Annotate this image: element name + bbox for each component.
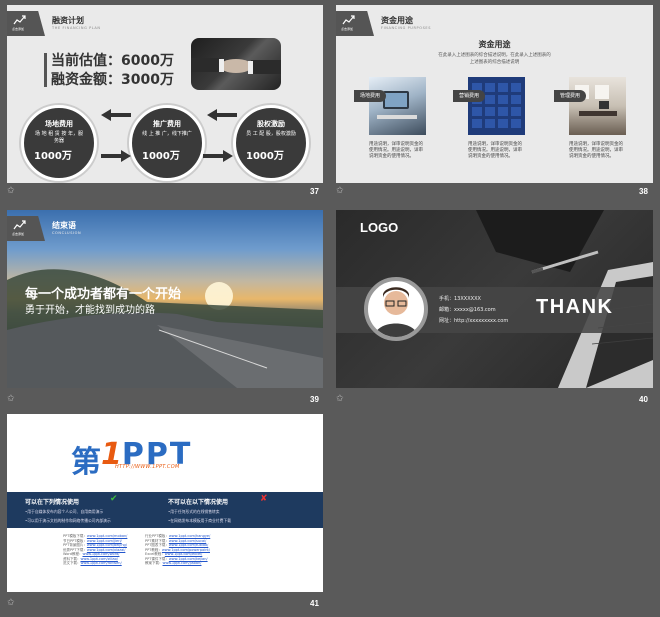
closing-line-1: 每一个成功者都有一个开始 xyxy=(25,287,182,302)
valuation-text: 当前估值：6000万 xyxy=(51,53,174,69)
link[interactable]: www.1ppt.com/hangye/ xyxy=(169,534,210,538)
link[interactable]: www.1ppt.com/fanwen/ xyxy=(81,561,122,565)
slide-title: 融资计划 xyxy=(52,16,84,25)
slide-title: 结束语 xyxy=(52,221,76,230)
office-photo xyxy=(369,77,426,135)
slide-number: 40 xyxy=(639,395,648,404)
badge-label: 点击添加 xyxy=(341,27,354,31)
slide-subtitle: THE FINANCING PLAN xyxy=(52,26,101,30)
amount-text: 融资金额：3000万 xyxy=(51,72,174,88)
logo-text: LOGO xyxy=(360,220,399,235)
slide-37[interactable]: 点击添加 融资计划 THE FINANCING PLAN 当前估值：6000万 … xyxy=(7,5,323,183)
logo-char: 第 xyxy=(71,445,101,480)
link[interactable]: www.1ppt.com/ziliao/ xyxy=(81,557,118,561)
brand-logo: 第1PPT xyxy=(71,437,192,480)
usage-banner: 可以在下列情况使用 •用于自媒体发布内容个人公司、自用商用演示 •可以用于演示文… xyxy=(7,492,323,528)
slide-transition-star-icon[interactable]: ✩ xyxy=(7,394,15,404)
slide-39[interactable]: 点击添加 结束语 CONCLUSION 每一个成功者都有一个开始 勇于开始，才能… xyxy=(7,210,323,388)
link[interactable]: www.1ppt.com/moban/ xyxy=(87,534,128,538)
cost-circle-venue: 场地费用 场 地 租 赁 按 年，服务器 1000万 xyxy=(21,105,97,181)
slide-number: 37 xyxy=(310,187,319,196)
link[interactable]: www.1ppt.com/tubiao/ xyxy=(169,543,208,547)
slide-title: 资金用途 xyxy=(381,16,413,25)
link[interactable]: www.1ppt.com/powerpoint/ xyxy=(162,548,210,552)
avatar xyxy=(364,277,428,341)
slide-number: 39 xyxy=(310,395,319,404)
section-header-badge: 点击添加 xyxy=(7,11,45,36)
badge-label: 点击添加 xyxy=(12,232,25,236)
prohibited-usage: 不可以在以下情况使用 •用于任何形式的在线销售转卖 •在网络发布本模板用于商业付… xyxy=(168,499,231,523)
contact-email: 邮箱：xxxxx@163.com xyxy=(439,307,496,313)
contact-website: 网址：http://xxxxxxxxx.com xyxy=(439,318,509,324)
chart-icon xyxy=(342,15,355,25)
arrow-left-icon xyxy=(101,109,131,121)
slide-transition-star-icon[interactable]: ✩ xyxy=(7,186,15,196)
keyboard-photo xyxy=(468,77,525,135)
slide-41[interactable]: 第1PPT HTTP://WWW.1PPT.COM 可以在下列情况使用 •用于自… xyxy=(7,414,323,592)
allowed-usage: 可以在下列情况使用 •用于自媒体发布内容个人公司、自用商用演示 •可以用于演示文… xyxy=(25,499,111,523)
slide-subtitle: CONCLUSION xyxy=(52,231,82,235)
slide-number: 41 xyxy=(310,599,319,608)
chart-icon xyxy=(13,15,26,25)
meeting-room-photo xyxy=(569,77,626,135)
link[interactable]: www.1ppt.com/jiaoan/ xyxy=(163,561,202,565)
section-heading: 资金用途 xyxy=(478,40,511,49)
link[interactable]: www.1ppt.com/xiazai/ xyxy=(87,548,126,552)
slide-transition-star-icon[interactable]: ✩ xyxy=(336,186,344,196)
closing-line-2: 勇于开始，才能找到成功的路 xyxy=(25,305,155,316)
checkmark-icon: ✔ xyxy=(110,494,118,504)
link[interactable]: www.1ppt.com/beijing/ xyxy=(87,543,127,547)
links-column-b: 行业PPT模板：www.1ppt.com/hangye/ PPT素材下载：www… xyxy=(145,534,211,565)
arrow-right-icon xyxy=(203,150,233,162)
link[interactable]: www.1ppt.com/sucai/ xyxy=(169,539,206,543)
slide-number: 38 xyxy=(639,187,648,196)
arrow-left-icon xyxy=(207,109,237,121)
description-line: 在此录入上述图表的综合描述说明，在此录入上述图表的 xyxy=(438,53,551,58)
link[interactable]: www.1ppt.com/kejian/ xyxy=(169,557,208,561)
slide-subtitle: FINANCING PURPOSES xyxy=(381,26,432,30)
brand-url: HTTP://WWW.1PPT.COM xyxy=(115,464,180,470)
link[interactable]: www.1ppt.com/excel/ xyxy=(165,552,203,556)
handshake-photo xyxy=(191,38,281,90)
link[interactable]: www.1ppt.com/jieri/ xyxy=(87,539,122,543)
slide-transition-star-icon[interactable]: ✩ xyxy=(336,394,344,404)
section-header-badge: 点击添加 xyxy=(336,11,374,36)
description-line: 上述图表的综合描述说明 xyxy=(469,60,520,65)
badge-label: 点击添加 xyxy=(12,27,25,31)
slide-38[interactable]: 点击添加 资金用途 FINANCING PURPOSES 资金用途 在此录入上述… xyxy=(336,5,653,183)
slide-40[interactable]: LOGO 手机：13XXXXXX 邮箱：xxxxx@163.com 网址：htt… xyxy=(336,210,653,388)
thank-text: THANK xyxy=(536,296,614,318)
chart-icon xyxy=(13,220,26,230)
links-column-a: PPT模板下载：www.1ppt.com/moban/ 节日PPT模板：www.… xyxy=(63,534,128,565)
cost-circle-equity: 股权激励 员 工 配 股，股权激励 1000万 xyxy=(233,105,309,181)
arrow-right-icon xyxy=(101,150,131,162)
contact-phone: 手机：13XXXXXX xyxy=(439,296,481,302)
link[interactable]: www.1ppt.com/word/ xyxy=(83,552,120,556)
cross-icon: ✘ xyxy=(260,494,268,504)
valuation-bar xyxy=(44,53,47,87)
cost-circle-promotion: 推广费用 线 上 推 广，线下推广 1000万 xyxy=(129,105,205,181)
slide-transition-star-icon[interactable]: ✩ xyxy=(7,598,15,608)
